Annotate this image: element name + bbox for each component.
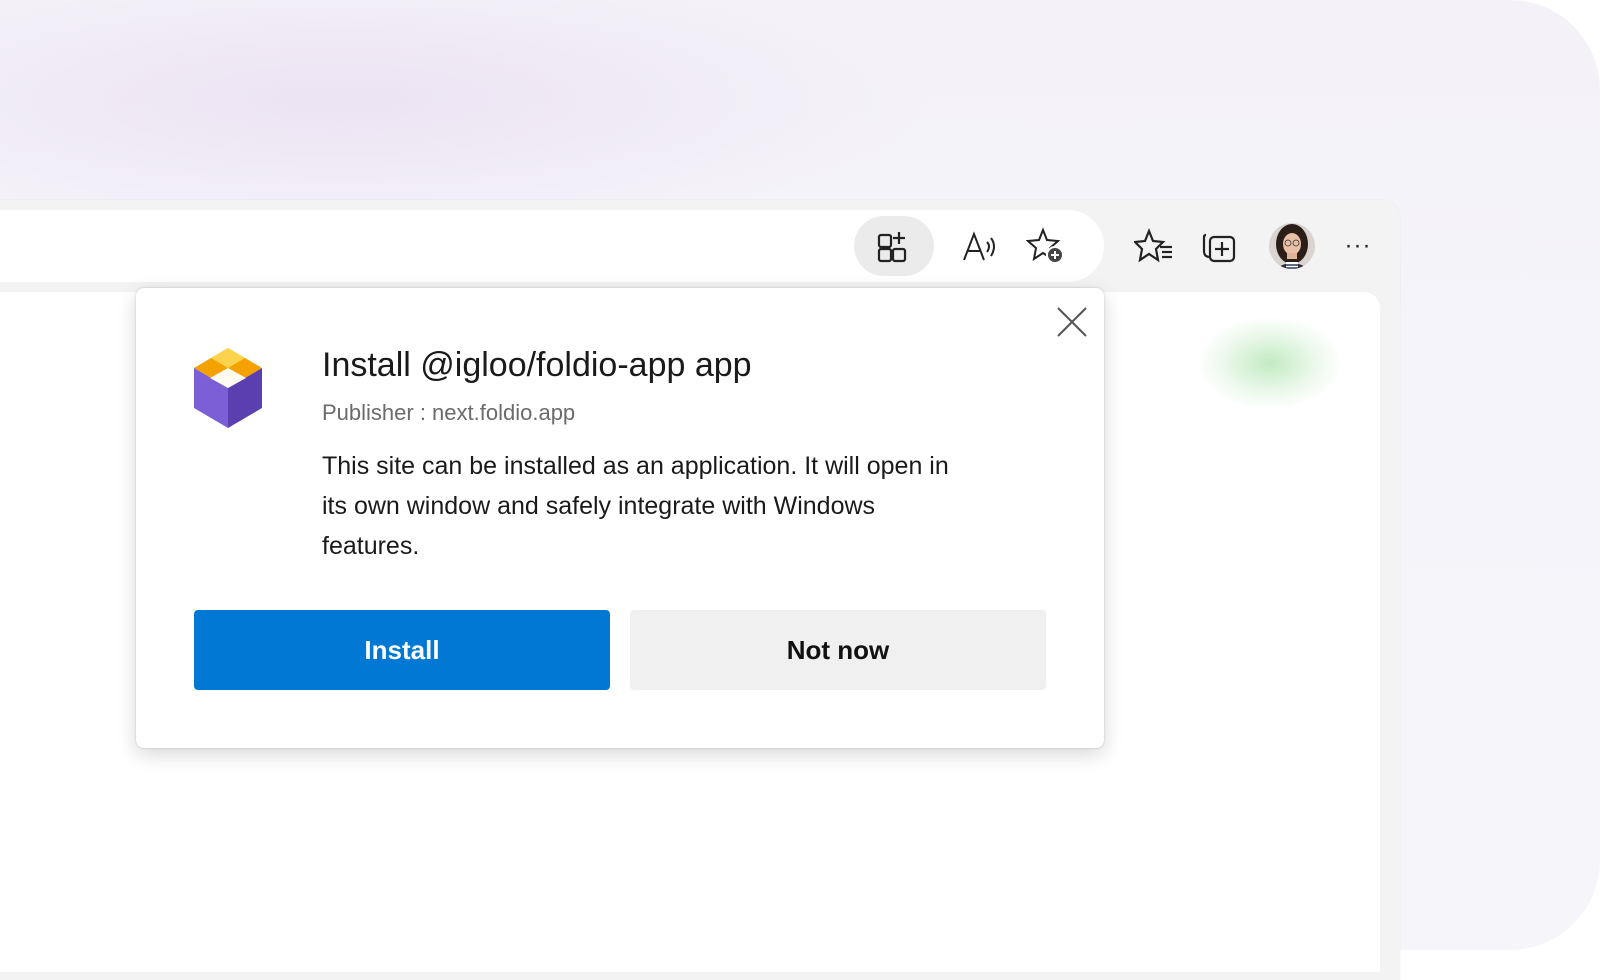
app-logo-icon <box>192 346 264 428</box>
app-available-icon <box>876 228 912 264</box>
install-button[interactable]: Install <box>194 610 610 690</box>
dialog-description: This site can be installed as an applica… <box>322 452 949 560</box>
profile-avatar <box>1268 222 1316 270</box>
install-app-dialog: Install @igloo/foldio-app app Publisher … <box>136 288 1104 748</box>
address-bar[interactable] <box>0 210 1104 282</box>
more-icon: ··· <box>1344 232 1372 259</box>
favorites-icon <box>1134 228 1174 264</box>
collections-button[interactable] <box>1190 216 1250 276</box>
dialog-title: Install @igloo/foldio-app app <box>322 346 752 384</box>
publisher-text: Publisher : next.foldio.app <box>322 400 576 425</box>
add-favorite-button[interactable] <box>1016 216 1076 276</box>
close-button[interactable] <box>1052 302 1092 342</box>
close-icon <box>1056 306 1088 338</box>
favorites-button[interactable] <box>1124 216 1184 276</box>
read-aloud-icon <box>960 228 1000 264</box>
not-now-button[interactable]: Not now <box>630 610 1046 690</box>
more-button[interactable]: ··· <box>1328 216 1388 276</box>
green-glow <box>1200 318 1340 408</box>
collections-icon <box>1200 227 1240 265</box>
profile-button[interactable] <box>1262 216 1322 276</box>
add-favorite-icon <box>1026 227 1066 265</box>
read-aloud-button[interactable] <box>950 216 1010 276</box>
app-available-button[interactable] <box>854 216 934 276</box>
